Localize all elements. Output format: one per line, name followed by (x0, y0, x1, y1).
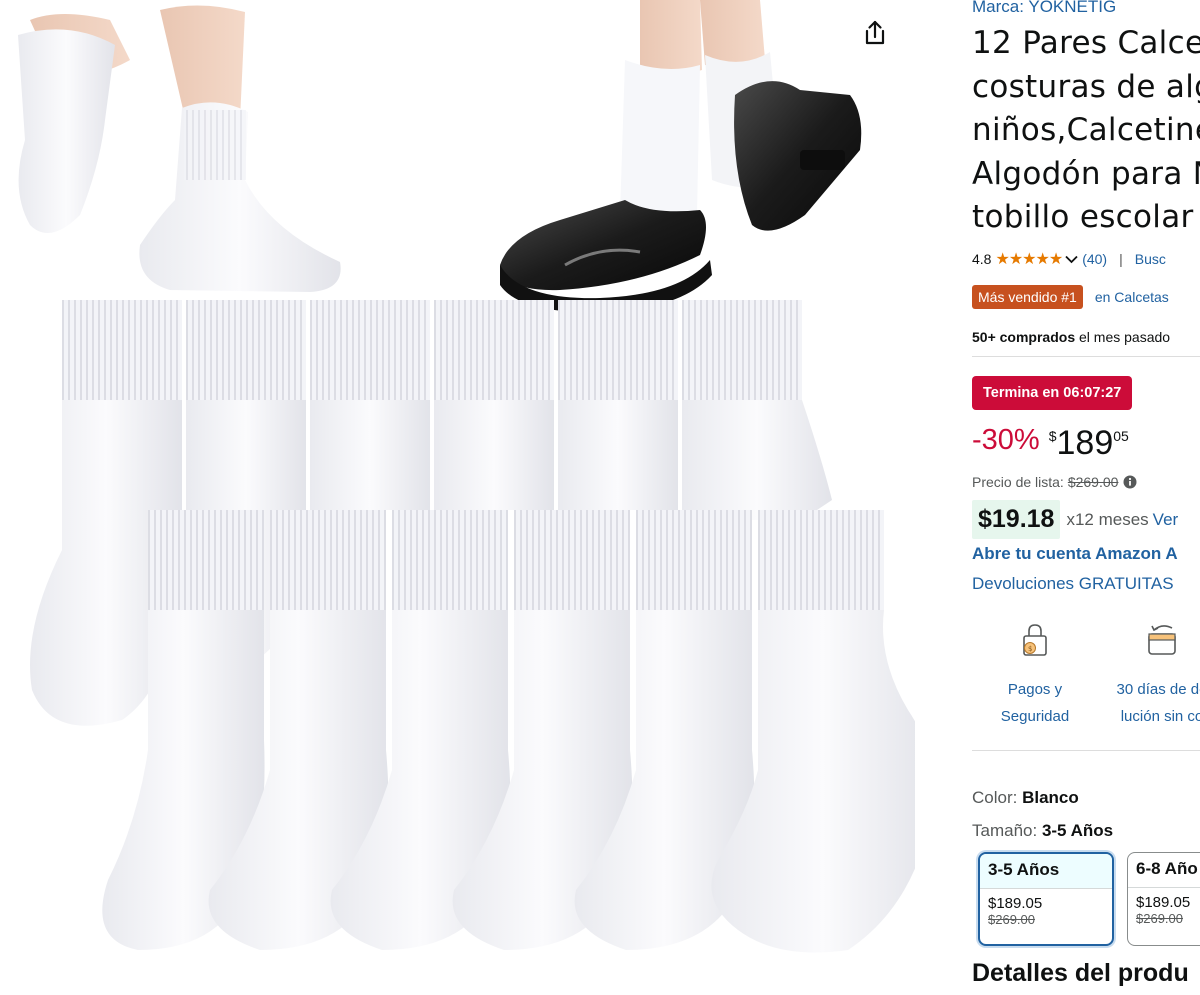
color-label: Color: (972, 788, 1018, 807)
model-legs-right (500, 0, 862, 313)
color-value: Blanco (1022, 788, 1079, 807)
list-price-label: Precio de lista: (972, 474, 1064, 490)
chevron-down-icon[interactable] (1065, 251, 1078, 267)
divider-bar: | (1119, 251, 1123, 267)
size-selector-label: Tamaño: 3-5 Años (972, 821, 1113, 841)
review-count-link[interactable]: (40) (1082, 251, 1107, 267)
installment-row: $19.18 x12 meses Ver (972, 500, 1178, 539)
price-row: -30% $ 189 05 (972, 424, 1129, 462)
bestseller-row: Más vendido #1 en Calcetas (972, 285, 1169, 309)
list-price-row: Precio de lista: $269.00 (972, 474, 1137, 490)
bought-count: 50+ comprados el mes pasado (972, 329, 1170, 345)
free-returns-link[interactable]: Devoluciones GRATUITAS (972, 574, 1174, 594)
model-legs-left (18, 5, 341, 292)
feature-returns[interactable]: 30 días de de lución sin co (1092, 618, 1200, 730)
bestseller-badge[interactable]: Más vendido #1 (972, 285, 1083, 309)
list-price-value: $269.00 (1067, 474, 1119, 490)
title-line: 12 Pares Calcet (972, 25, 1200, 61)
size-option-list-price: $269.00 (1136, 911, 1183, 926)
feature-secure-payment[interactable]: $ Pagos y Seguridad (972, 618, 1105, 730)
rating-row: 4.8 ★★★★★ (40) | Busc (972, 249, 1166, 269)
sock-row-front (102, 510, 915, 953)
size-option-6-8[interactable]: 6-8 Año $189.05 $269.00 (1127, 852, 1200, 946)
share-button[interactable] (852, 10, 898, 56)
feature-label: Seguridad (1000, 708, 1070, 725)
rating-value: 4.8 (972, 251, 992, 267)
discount-percent: -30% (972, 424, 1040, 456)
bought-count-bold: 50+ comprados (972, 329, 1076, 345)
installment-amount: $19.18 (972, 500, 1061, 539)
svg-text:$: $ (1028, 645, 1032, 653)
feature-label: Pagos y (1007, 681, 1063, 698)
color-selector-label: Color: Blanco (972, 788, 1079, 808)
feature-label: lución sin co (1120, 708, 1200, 725)
product-details-heading: Detalles del produ (972, 959, 1189, 987)
installment-details-link[interactable]: Ver (1153, 510, 1179, 530)
product-title: 12 Pares Calcet costuras de alg niños,Ca… (972, 22, 1200, 240)
size-option-3-5[interactable]: 3-5 Años $189.05 $269.00 (978, 852, 1114, 946)
return-box-icon (1148, 625, 1176, 655)
size-option-label: 3-5 Años (980, 854, 1112, 888)
product-info-column: Marca: YOKNETIG 12 Pares Calcet costuras… (972, 0, 1200, 995)
brand-link[interactable]: Marca: YOKNETIG (972, 0, 1116, 17)
feature-label: 30 días de de (1116, 681, 1200, 698)
category-link[interactable]: en Calcetas (1095, 289, 1169, 305)
title-line: costuras de alg (972, 68, 1200, 105)
size-option-label: 6-8 Año (1136, 859, 1198, 878)
product-image-panel[interactable] (0, 0, 915, 958)
section-divider (972, 750, 1200, 751)
section-divider (972, 356, 1200, 357)
price-currency-symbol: $ (1048, 428, 1057, 444)
title-line: tobillo escolar c (972, 199, 1200, 235)
installment-term: x12 meses (1066, 509, 1149, 529)
star-rating-icon[interactable]: ★★★★★ (995, 249, 1063, 269)
share-icon (865, 20, 885, 45)
size-label: Tamaño: (972, 821, 1038, 840)
size-value: 3-5 Años (1041, 821, 1114, 840)
size-option-price: $189.05 (980, 888, 1112, 912)
deal-countdown-badge: Termina en 06:07:27 (972, 376, 1133, 410)
product-photo (18, 0, 915, 953)
amazon-card-offer-link[interactable]: Abre tu cuenta Amazon A (972, 544, 1178, 564)
size-option-list-price: $269.00 (988, 912, 1035, 927)
bought-count-rest: el mes pasado (1075, 329, 1171, 345)
title-line: Algodón para N (972, 155, 1200, 192)
secure-payment-icon: $ (1023, 624, 1047, 656)
title-line: niños,Calcetines (972, 112, 1200, 148)
price-fraction: 05 (1113, 428, 1129, 444)
search-page-link[interactable]: Busc (1135, 251, 1166, 267)
info-icon[interactable] (1123, 475, 1137, 489)
price-whole: 189 (1056, 424, 1114, 462)
size-option-price: $189.05 (1128, 887, 1200, 911)
